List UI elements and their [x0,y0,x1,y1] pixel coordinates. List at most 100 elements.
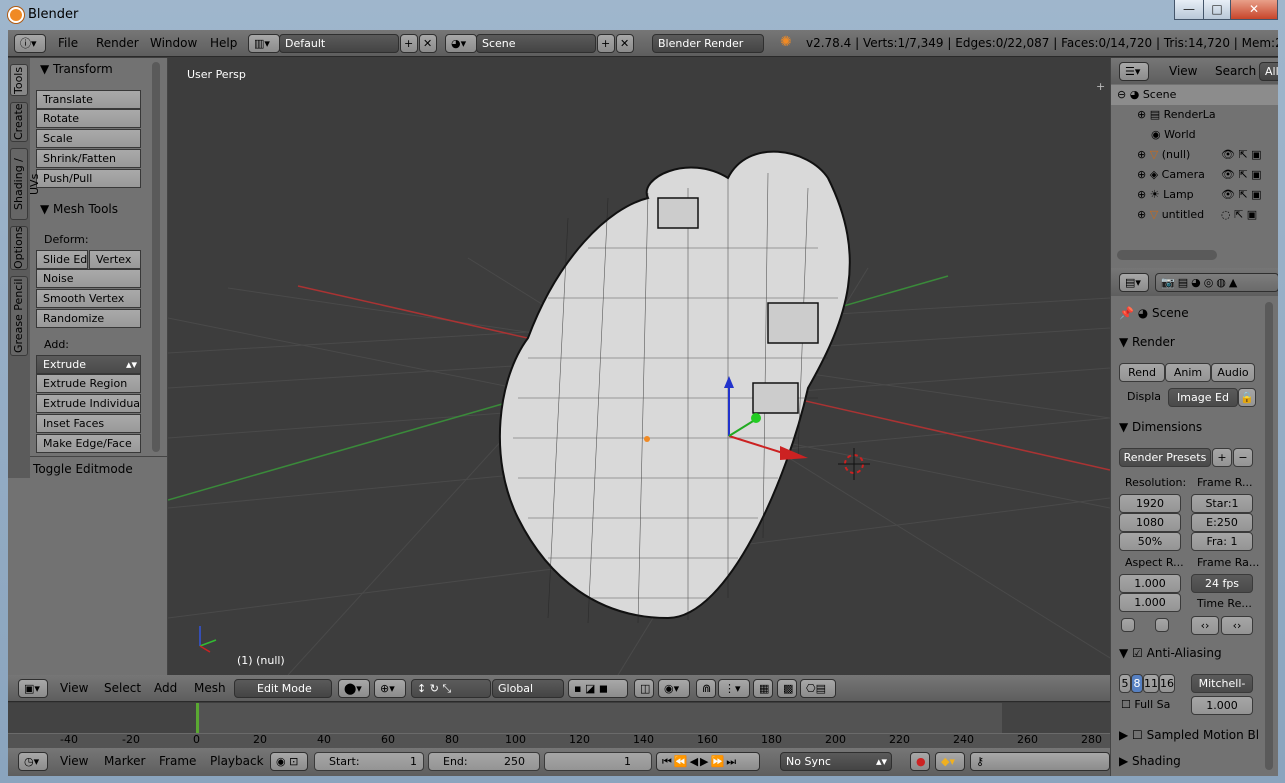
resolution-x-field[interactable]: 1920 [1119,494,1181,513]
shading-panel-title[interactable]: ▶ Shading [1119,754,1181,768]
crop-checkbox[interactable] [1155,618,1169,632]
render-presets-select[interactable]: Render Presets [1119,448,1211,467]
occlude-button[interactable]: ◫ [634,679,654,698]
randomize-button[interactable]: Randomize [36,309,141,328]
remove-scene-button[interactable]: ✕ [616,34,634,53]
current-frame-field[interactable]: 1 [544,752,652,771]
current-frame-marker[interactable] [196,703,199,733]
pivot-select[interactable]: ⊕▾ [374,679,406,698]
maximize-button[interactable]: □ [1203,0,1231,20]
playback-controls[interactable]: ⏮⏪◀▶⏩⏭ [656,752,760,771]
push-pull-button[interactable]: Push/Pull [36,169,141,188]
time-remap-new[interactable]: ‹› [1221,616,1253,635]
minimize-button[interactable]: — [1174,0,1204,20]
smooth-vertex-button[interactable]: Smooth Vertex [36,289,141,308]
aspect-y-field[interactable]: 1.000 [1119,593,1181,612]
noise-button[interactable]: Noise [36,269,141,288]
tab-tools[interactable]: Tools [10,64,28,96]
editor-type-icon[interactable]: ▣▾ [18,679,48,698]
timeline-menu-view[interactable]: View [60,754,88,768]
outliner-menu-search[interactable]: Search [1215,64,1256,78]
add-layout-button[interactable]: + [400,34,418,53]
snap-target[interactable]: ▦ [753,679,773,698]
aspect-x-field[interactable]: 1.000 [1119,574,1181,593]
scale-button[interactable]: Scale [36,129,141,148]
filter-size-field[interactable]: 1.000 [1191,696,1253,715]
menu-select[interactable]: Select [104,681,141,695]
menu-add[interactable]: Add [154,681,177,695]
record-button[interactable]: ● [910,752,930,771]
extrude-individual-button[interactable]: Extrude Individual [36,394,141,413]
shrink-fatten-button[interactable]: Shrink/Fatten [36,149,141,168]
scene-icon[interactable]: ◕▾ [445,34,477,53]
menu-render[interactable]: Render [96,36,139,50]
frame-step-field[interactable]: Fra: 1 [1191,532,1253,551]
menu-window[interactable]: Window [150,36,197,50]
frame-start-field[interactable]: Star:1 [1191,494,1253,513]
motion-blur-panel-title[interactable]: ▶ ☐ Sampled Motion Bl [1119,728,1259,742]
add-scene-button[interactable]: + [597,34,615,53]
outliner-row-null[interactable]: ⊕ ▽ (null) 👁 ⇱ ▣ [1111,145,1278,165]
shading-select[interactable]: ⬤▾ [338,679,370,698]
outliner-row-world[interactable]: ◉ World [1111,125,1278,145]
border-checkbox[interactable] [1121,618,1135,632]
remove-layout-button[interactable]: ✕ [419,34,437,53]
menu-mesh[interactable]: Mesh [194,681,226,695]
properties-editor-icon[interactable]: ▤▾ [1119,273,1149,292]
outliner-display-select[interactable]: All [1259,62,1278,81]
lock-icon[interactable]: 🔒 [1238,388,1256,407]
aa-samples-11[interactable]: 11 [1143,674,1159,693]
3d-viewport[interactable]: User Persp (1) (null) + [168,58,1110,675]
layout-icon[interactable]: ▥▾ [248,34,280,53]
audio-button[interactable]: Audio [1211,363,1255,382]
dimensions-panel-title[interactable]: ▼ Dimensions [1119,420,1202,434]
timeline-menu-marker[interactable]: Marker [104,754,145,768]
timeline[interactable] [8,703,1110,748]
properties-context-tabs[interactable]: 📷▤◕◎◍▲ [1155,273,1278,292]
aa-samples-16[interactable]: 16 [1159,674,1175,693]
manipulator-buttons[interactable]: ↕ ↻ ⤡ [411,679,491,698]
outliner-row-lamp[interactable]: ⊕ ☀ Lamp 👁 ⇱ ▣ [1111,185,1278,205]
outliner-editor-icon[interactable]: ☰▾ [1119,62,1149,81]
close-button[interactable]: ✕ [1230,0,1278,20]
resolution-percent-field[interactable]: 50% [1119,532,1181,551]
select-mode-buttons[interactable]: ▪ ◪ ◼ [568,679,628,698]
timeline-editor-icon[interactable]: ◷▾ [18,752,48,771]
end-frame-field[interactable]: End: 250 [428,752,540,771]
tool-shelf-scrollbar[interactable] [152,62,160,452]
start-frame-field[interactable]: Start: 1 [314,752,424,771]
mesh-tools-panel-title[interactable]: ▼ Mesh Tools [40,202,118,216]
outliner-row-renderlayers[interactable]: ⊕ ▤ RenderLa [1111,105,1278,125]
aa-filter-select[interactable]: Mitchell- [1191,674,1253,693]
auto-key-buttons[interactable]: ◉ ⊡ [270,752,308,771]
slide-edge-button[interactable]: Slide Ed [36,250,88,269]
outliner-row-camera[interactable]: ⊕ ◈ Camera 👁 ⇱ ▣ [1111,165,1278,185]
extrude-dropdown[interactable]: Extrude ▴▾ [36,355,141,374]
sync-select[interactable]: No Sync ▴▾ [780,752,892,771]
layers-icon[interactable]: ▩ [777,679,797,698]
translate-button[interactable]: Translate [36,90,141,109]
snap-toggle[interactable]: ⋒ [696,679,716,698]
viewport-add-icon[interactable]: + [1096,80,1105,93]
render-panel-title[interactable]: ▼ Render [1119,335,1175,349]
snap-element[interactable]: ⋮▾ [718,679,750,698]
menu-file[interactable]: File [58,36,78,50]
inset-faces-button[interactable]: Inset Faces [36,414,141,433]
remove-preset-button[interactable]: − [1233,448,1253,467]
outliner-menu-view[interactable]: View [1169,64,1197,78]
extrude-region-button[interactable]: Extrude Region [36,374,141,393]
layout-selector[interactable]: Default [279,34,399,53]
rotate-button[interactable]: Rotate [36,109,141,128]
render-buttons[interactable]: ⎔▤ [800,679,836,698]
proportional-edit[interactable]: ◉▾ [658,679,690,698]
vertex-slide-button[interactable]: Vertex [89,250,141,269]
render-engine-select[interactable]: Blender Render [652,34,764,53]
tab-grease-pencil[interactable]: Grease Pencil [10,276,28,356]
timeline-menu-playback[interactable]: Playback [210,754,264,768]
toggle-editmode-panel[interactable]: ▼ Toggle Editmode [20,462,133,476]
animation-button[interactable]: Anim [1165,363,1211,382]
timeline-menu-frame[interactable]: Frame [159,754,196,768]
scene-selector[interactable]: Scene [476,34,596,53]
keying-set-icon[interactable]: ◆▾ [935,752,965,771]
tab-create[interactable]: Create [10,102,28,142]
